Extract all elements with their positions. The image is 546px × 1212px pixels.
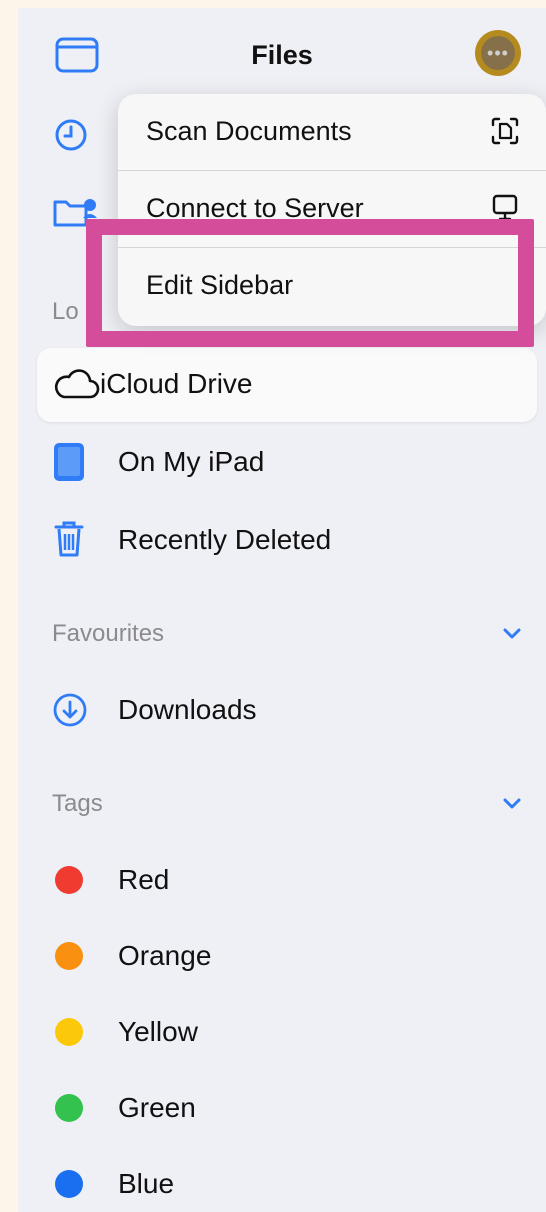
recents-icon[interactable] — [54, 118, 88, 157]
tag-item-orange[interactable]: Orange — [18, 920, 546, 992]
sidebar-item-label: Recently Deleted — [118, 524, 332, 555]
more-button[interactable]: ••• — [475, 30, 521, 76]
navigation-bar: Files ••• — [18, 8, 546, 100]
tags-header[interactable]: Tags — [52, 790, 103, 818]
sidebar-item-label: On My iPad — [118, 446, 265, 477]
menu-item-label: Edit Sidebar — [146, 270, 294, 300]
sidebar-item-on-my-ipad[interactable]: On My iPad — [18, 426, 546, 498]
sidebar-item-label: iCloud Drive — [100, 368, 253, 399]
tag-item-green[interactable]: Green — [18, 1072, 546, 1144]
menu-item-edit-sidebar[interactable]: Edit Sidebar — [118, 248, 546, 324]
tag-label: Red — [118, 864, 170, 895]
tag-label: Yellow — [118, 1016, 198, 1047]
shared-folder-icon[interactable] — [52, 194, 98, 235]
tag-label: Green — [118, 1092, 196, 1123]
monitor-icon — [490, 193, 520, 228]
sidebar-item-recently-deleted[interactable]: Recently Deleted — [18, 504, 546, 576]
yellow-tag-dot-icon — [55, 1018, 83, 1046]
menu-item-label: Connect to Server — [146, 193, 364, 223]
chevron-down-icon[interactable] — [502, 626, 522, 645]
green-tag-dot-icon — [55, 1094, 83, 1122]
sidebar-item-label: Downloads — [118, 694, 257, 725]
ellipsis-icon: ••• — [481, 36, 515, 70]
orange-tag-dot-icon — [55, 942, 83, 970]
trash-icon — [54, 520, 84, 563]
ipad-icon — [52, 442, 86, 487]
scan-document-icon — [490, 116, 520, 151]
tag-item-yellow[interactable]: Yellow — [18, 996, 546, 1068]
tag-item-blue[interactable]: Blue — [18, 1148, 546, 1212]
more-menu-popover: Scan Documents Connect to Server Edit Si… — [118, 94, 546, 326]
menu-item-label: Scan Documents — [146, 116, 352, 146]
sidebar-panel: Files ••• Lo iCloud Drive On My iPad Rec… — [18, 8, 546, 1212]
page-title: Files — [251, 40, 313, 70]
tag-item-red[interactable]: Red — [18, 844, 546, 916]
tag-label: Blue — [118, 1168, 175, 1199]
blue-tag-dot-icon — [55, 1170, 83, 1198]
cloud-icon — [52, 368, 100, 405]
red-tag-dot-icon — [55, 866, 83, 894]
locations-header: Lo — [52, 298, 79, 325]
tag-label: Orange — [118, 940, 212, 971]
menu-item-scan-documents[interactable]: Scan Documents — [118, 94, 546, 170]
favourites-header[interactable]: Favourites — [52, 620, 164, 648]
sidebar-item-downloads[interactable]: Downloads — [18, 674, 546, 746]
chevron-down-icon[interactable] — [502, 796, 522, 815]
menu-item-connect-to-server[interactable]: Connect to Server — [118, 171, 546, 247]
sidebar-item-icloud-drive[interactable]: iCloud Drive — [18, 348, 546, 420]
download-icon — [52, 692, 88, 733]
